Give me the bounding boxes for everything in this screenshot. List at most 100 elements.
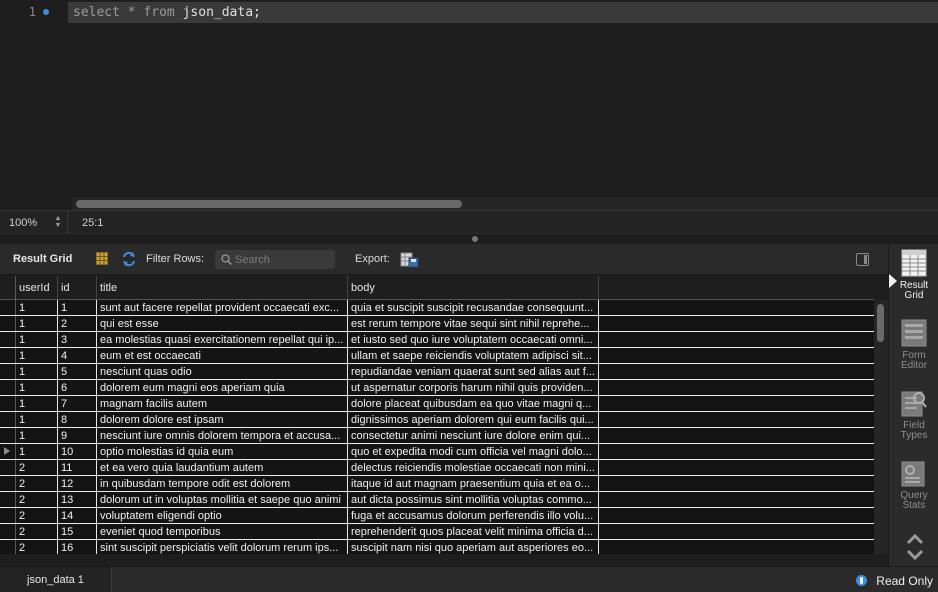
sql-code-line[interactable]: select * from json_data;	[73, 5, 261, 20]
cell-title[interactable]: optio molestias id quia eum	[97, 444, 348, 459]
cell-userid[interactable]: 2	[16, 540, 58, 554]
cell-body[interactable]: suscipit nam nisi quo aperiam aut asperi…	[348, 540, 599, 554]
cell-id[interactable]: 4	[58, 348, 97, 363]
cell-id[interactable]: 9	[58, 428, 97, 443]
cell-id[interactable]: 5	[58, 364, 97, 379]
cell-userid[interactable]: 1	[16, 428, 58, 443]
cell-id[interactable]: 13	[58, 492, 97, 507]
cell-title[interactable]: dolorum ut in voluptas mollitia et saepe…	[97, 492, 348, 507]
cell-title[interactable]: eveniet quod temporibus	[97, 524, 348, 539]
table-row[interactable]: 2 13 dolorum ut in voluptas mollitia et sa…	[0, 492, 874, 508]
row-selector[interactable]	[0, 316, 16, 331]
cell-title[interactable]: nesciunt quas odio	[97, 364, 348, 379]
cell-id[interactable]: 1	[58, 300, 97, 315]
cell-userid[interactable]: 1	[16, 364, 58, 379]
cell-id[interactable]: 12	[58, 476, 97, 491]
cell-id[interactable]: 15	[58, 524, 97, 539]
table-row[interactable]: 1 6 dolorem eum magni eos aperiam quia ut a…	[0, 380, 874, 396]
grid-scrollbar-thumb[interactable]	[877, 304, 884, 342]
cell-id[interactable]: 11	[58, 460, 97, 475]
cell-id[interactable]: 3	[58, 332, 97, 347]
table-row[interactable]: 1 4 eum et est occaecati ullam et saepe rei…	[0, 348, 874, 364]
table-row[interactable]: 1 7 magnam facilis autem dolore placeat qui…	[0, 396, 874, 412]
info-icon[interactable]	[856, 575, 867, 586]
cell-id[interactable]: 8	[58, 412, 97, 427]
cell-id[interactable]: 2	[58, 316, 97, 331]
cell-title[interactable]: dolorem eum magni eos aperiam quia	[97, 380, 348, 395]
row-selector[interactable]	[0, 492, 16, 507]
table-row[interactable]: 1 8 dolorem dolore est ipsam dignissimos ap…	[0, 412, 874, 428]
panel-scroll-arrows-icon[interactable]	[905, 532, 925, 562]
table-row[interactable]: 1 3 ea molestias quasi exercitationem repe…	[0, 332, 874, 348]
cell-body[interactable]: fuga et accusamus dolorum perferendis il…	[348, 508, 599, 523]
cell-userid[interactable]: 2	[16, 524, 58, 539]
table-row[interactable]: 1 5 nesciunt quas odio repudiandae veniam q…	[0, 364, 874, 380]
cell-userid[interactable]: 1	[16, 316, 58, 331]
row-selector[interactable]	[0, 540, 16, 554]
cell-userid[interactable]: 2	[16, 476, 58, 491]
field-types-view-button[interactable]: Field Types	[889, 388, 938, 441]
cell-body[interactable]: ullam et saepe reiciendis voluptatem adi…	[348, 348, 599, 363]
result-tab[interactable]: json_data 1	[0, 567, 112, 592]
cell-title[interactable]: sunt aut facere repellat provident occae…	[97, 300, 348, 315]
panel-splitter[interactable]	[0, 234, 938, 244]
cell-body[interactable]: ut aspernatur corporis harum nihil quis …	[348, 380, 599, 395]
cell-title[interactable]: ea molestias quasi exercitationem repell…	[97, 332, 348, 347]
cell-body[interactable]: quia et suscipit suscipit recusandae con…	[348, 300, 599, 315]
table-row[interactable]: 2 11 et ea vero quia laudantium autem delec…	[0, 460, 874, 476]
table-row[interactable]: 1 1 sunt aut facere repellat provident occ…	[0, 300, 874, 316]
row-selector[interactable]	[0, 300, 16, 315]
table-row[interactable]: 1 9 nesciunt iure omnis dolorem tempora et…	[0, 428, 874, 444]
cell-userid[interactable]: 1	[16, 396, 58, 411]
query-stats-view-button[interactable]: Query Stats	[889, 458, 938, 511]
row-selector[interactable]	[0, 460, 16, 475]
column-header-userid[interactable]: userId	[16, 276, 58, 300]
cell-userid[interactable]: 1	[16, 380, 58, 395]
table-row[interactable]: 2 15 eveniet quod temporibus reprehenderit …	[0, 524, 874, 540]
cell-title[interactable]: sint suscipit perspiciatis velit dolorum…	[97, 540, 348, 554]
form-editor-view-button[interactable]: Form Editor	[889, 318, 938, 371]
row-selector[interactable]	[0, 508, 16, 523]
cell-title[interactable]: eum et est occaecati	[97, 348, 348, 363]
cell-userid[interactable]: 1	[16, 348, 58, 363]
cell-id[interactable]: 14	[58, 508, 97, 523]
cell-body[interactable]: delectus reiciendis molestiae occaecati …	[348, 460, 599, 475]
filter-search-box[interactable]	[215, 250, 335, 269]
filter-search-input[interactable]	[235, 252, 331, 267]
row-selector[interactable]	[0, 348, 16, 363]
cell-title[interactable]: in quibusdam tempore odit est dolorem	[97, 476, 348, 491]
row-selector[interactable]	[0, 444, 16, 459]
cell-title[interactable]: et ea vero quia laudantium autem	[97, 460, 348, 475]
cell-userid[interactable]: 2	[16, 492, 58, 507]
table-row[interactable]: 1 10 optio molestias id quia eum quo et exp…	[0, 444, 874, 460]
cell-title[interactable]: dolorem dolore est ipsam	[97, 412, 348, 427]
export-icon[interactable]	[400, 250, 419, 268]
row-selector[interactable]	[0, 396, 16, 411]
cell-body[interactable]: est rerum tempore vitae sequi sint nihil…	[348, 316, 599, 331]
row-selector[interactable]	[0, 364, 16, 379]
cell-body[interactable]: repudiandae veniam quaerat sunt sed alia…	[348, 364, 599, 379]
cell-userid[interactable]: 1	[16, 444, 58, 459]
row-selector[interactable]	[0, 412, 16, 427]
cell-id[interactable]: 7	[58, 396, 97, 411]
cell-userid[interactable]: 1	[16, 412, 58, 427]
row-selector-header[interactable]	[0, 276, 16, 300]
cell-id[interactable]: 16	[58, 540, 97, 554]
cell-title[interactable]: magnam facilis autem	[97, 396, 348, 411]
wrap-cell-content-toggle[interactable]	[856, 253, 869, 266]
cell-body[interactable]: reprehenderit quos placeat velit minima …	[348, 524, 599, 539]
cell-body[interactable]: itaque id aut magnam praesentium quia et…	[348, 476, 599, 491]
zoom-control[interactable]: 100% ▲ ▼	[0, 211, 68, 234]
editor-scrollbar-thumb[interactable]	[76, 200, 462, 208]
row-selector[interactable]	[0, 380, 16, 395]
cell-title[interactable]: nesciunt iure omnis dolorem tempora et a…	[97, 428, 348, 443]
cell-userid[interactable]: 2	[16, 460, 58, 475]
cell-title[interactable]: voluptatem eligendi optio	[97, 508, 348, 523]
cell-body[interactable]: et iusto sed quo iure voluptatem occaeca…	[348, 332, 599, 347]
cell-body[interactable]: aut dicta possimus sint mollitia volupta…	[348, 492, 599, 507]
grid-layout-icon[interactable]	[96, 252, 108, 265]
row-selector[interactable]	[0, 476, 16, 491]
cell-body[interactable]: consectetur animi nesciunt iure dolore e…	[348, 428, 599, 443]
table-row[interactable]: 2 14 voluptatem eligendi optio fuga et accu…	[0, 508, 874, 524]
cell-body[interactable]: dolore placeat quibusdam ea quo vitae ma…	[348, 396, 599, 411]
